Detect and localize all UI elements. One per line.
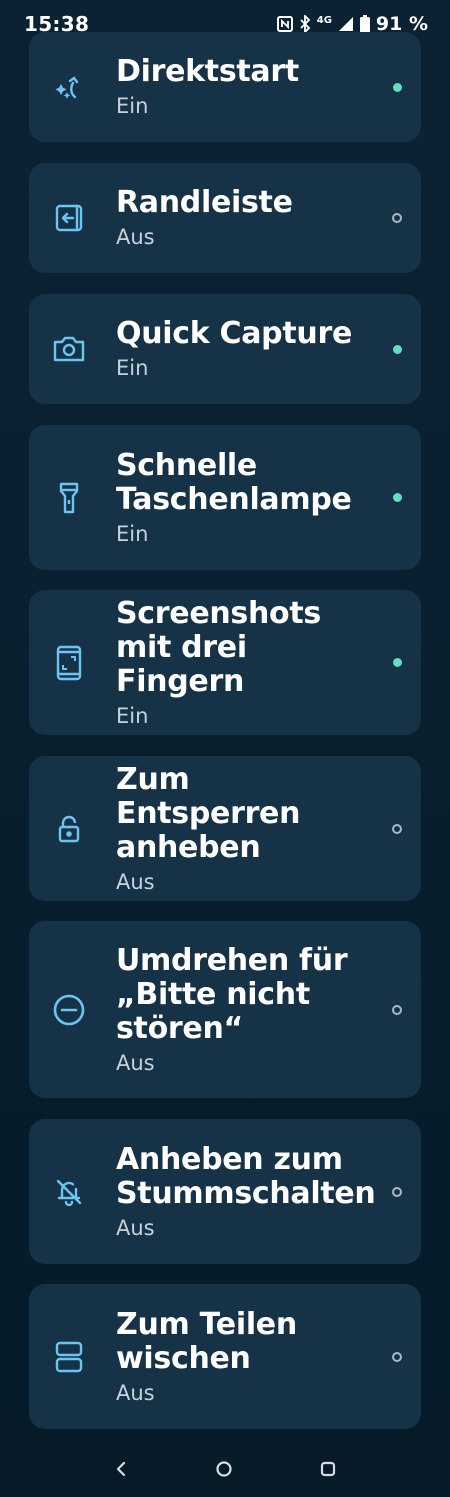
setting-three-finger-screenshot[interactable]: Screenshots mit drei Fingern Ein: [29, 590, 421, 735]
setting-state: Ein: [116, 521, 149, 546]
split-screen-icon: [51, 1339, 87, 1375]
setting-title: Quick Capture: [116, 316, 352, 351]
bluetooth-icon: [299, 15, 311, 33]
back-button[interactable]: [113, 1460, 129, 1478]
setting-raise-to-mute[interactable]: Anheben zum Stummschalten Aus: [29, 1119, 421, 1264]
signal-icon: [338, 16, 354, 32]
status-dot-on: [393, 658, 402, 667]
camera-icon: [51, 331, 87, 367]
setting-title: Screenshots mit drei Fingern: [116, 595, 321, 699]
home-button[interactable]: [215, 1460, 233, 1478]
setting-state: Aus: [116, 1380, 155, 1405]
setting-state: Ein: [116, 94, 149, 118]
setting-title: Umdrehen für „Bitte nicht stören“: [116, 942, 348, 1046]
status-dot-off: [392, 213, 402, 223]
setting-texts: Zum Teilen wischen Aus: [116, 1306, 373, 1406]
status-dot-off: [392, 1186, 402, 1197]
setting-flip-do-not-disturb[interactable]: Umdrehen für „Bitte nicht stören“ Aus: [29, 921, 421, 1098]
battery-icon: [359, 15, 370, 33]
setting-texts: Direktstart Ein: [116, 55, 373, 119]
bell-off-icon: [51, 1174, 87, 1210]
setting-state: Aus: [116, 869, 155, 894]
setting-texts: Umdrehen für „Bitte nicht stören“ Aus: [116, 942, 373, 1076]
setting-texts: Anheben zum Stummschalten Aus: [116, 1141, 376, 1241]
edge-panel-icon: [51, 200, 87, 236]
setting-title: Zum Teilen wischen: [116, 1306, 297, 1376]
setting-title: Direktstart: [116, 54, 299, 89]
network-type: 4G: [316, 14, 332, 26]
flashlight-icon: [51, 480, 87, 516]
setting-texts: Screenshots mit drei Fingern Ein: [116, 595, 373, 729]
status-dot-off: [392, 823, 402, 834]
setting-texts: Randleiste Aus: [116, 186, 373, 250]
sparkle-arrow-icon: [51, 69, 87, 105]
status-dot-off: [392, 1351, 402, 1362]
setting-title: Anheben zum Stummschalten: [116, 1141, 376, 1211]
status-dot-on: [393, 82, 402, 92]
setting-title: Schnelle Taschenlampe: [116, 447, 352, 517]
setting-state: Aus: [116, 225, 155, 249]
status-dot-on: [393, 344, 402, 354]
status-dot-off: [392, 1004, 402, 1015]
setting-state: Ein: [116, 703, 149, 728]
recents-button[interactable]: [319, 1460, 337, 1478]
status-dot-on: [393, 493, 402, 502]
setting-swipe-to-split[interactable]: Zum Teilen wischen Aus: [29, 1284, 421, 1429]
setting-schnelle-taschenlampe[interactable]: Schnelle Taschenlampe Ein: [29, 425, 421, 570]
setting-state: Aus: [116, 1215, 155, 1240]
navigation-bar: [0, 1440, 450, 1497]
phone-screenshot-icon: [51, 645, 87, 681]
setting-state: Ein: [116, 356, 149, 380]
setting-direktstart[interactable]: Direktstart Ein: [29, 32, 421, 142]
setting-state: Aus: [116, 1050, 155, 1075]
setting-raise-to-unlock[interactable]: Zum Entsperren anheben Aus: [29, 756, 421, 901]
setting-title: Zum Entsperren anheben: [116, 761, 301, 865]
setting-texts: Schnelle Taschenlampe Ein: [116, 447, 373, 547]
setting-quick-capture[interactable]: Quick Capture Ein: [29, 294, 421, 404]
do-not-disturb-icon: [51, 992, 87, 1028]
nfc-icon: [276, 16, 293, 32]
unlock-icon: [51, 811, 87, 847]
setting-texts: Zum Entsperren anheben Aus: [116, 761, 373, 895]
setting-title: Randleiste: [116, 185, 293, 220]
setting-randleiste[interactable]: Randleiste Aus: [29, 163, 421, 273]
setting-texts: Quick Capture Ein: [116, 317, 373, 381]
